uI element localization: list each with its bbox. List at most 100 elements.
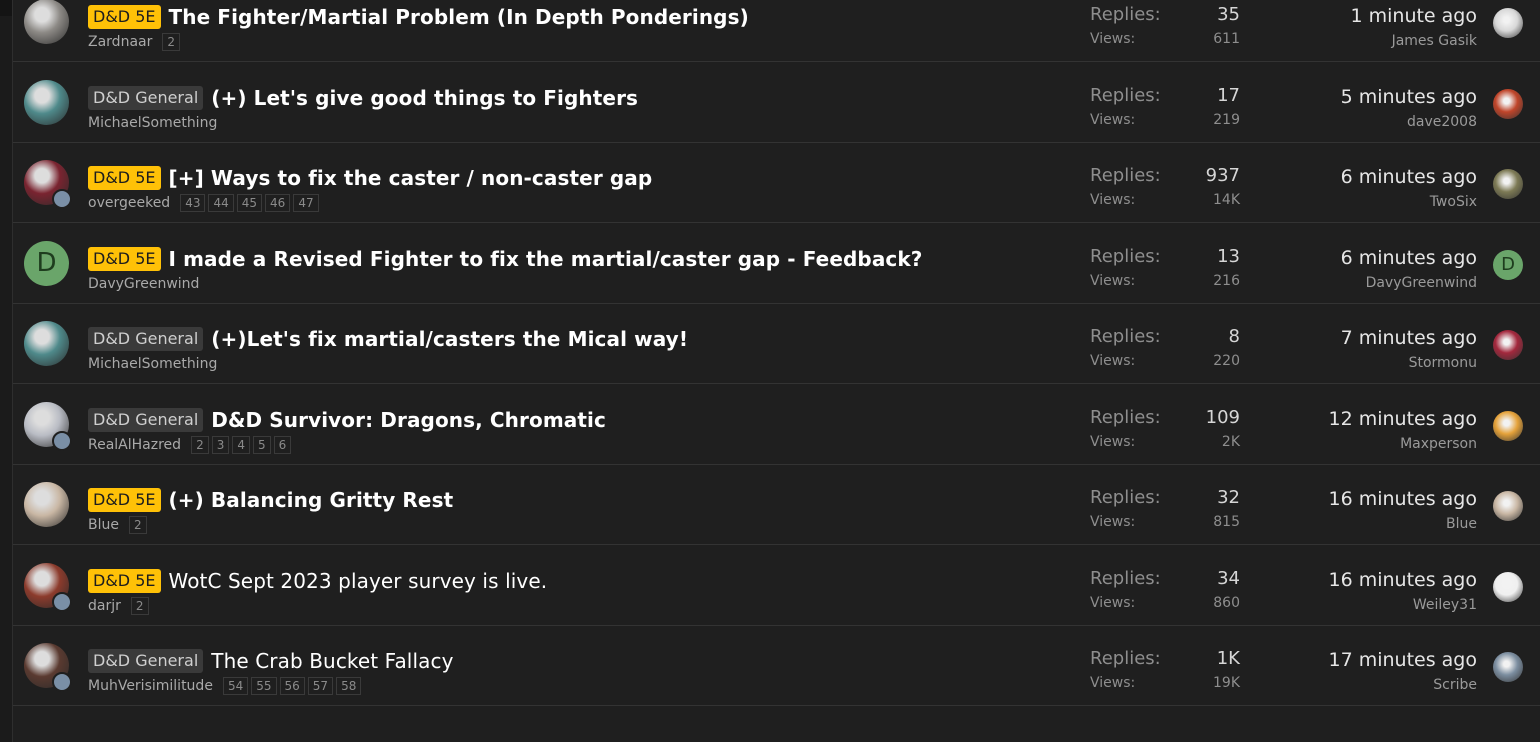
latest-poster-link[interactable]: Blue — [1329, 511, 1477, 537]
thread-row[interactable]: D&D General (+)Let's fix martial/casters … — [13, 304, 1540, 384]
page-jump-link[interactable]: 5 — [252, 435, 271, 454]
latest-post-time-link[interactable]: 16 minutes ago — [1329, 568, 1478, 592]
thread-author-link[interactable]: MuhVerisimilitude — [88, 678, 213, 694]
thread-row[interactable]: D&D 5E (+) Balancing Gritty Rest Blue 2 Repl… — [13, 465, 1540, 545]
thread-title-link[interactable]: D&D Survivor: Dragons, Chromatic — [211, 408, 606, 432]
latest-poster-avatar[interactable] — [1493, 8, 1523, 38]
latest-post-time-link[interactable]: 16 minutes ago — [1329, 487, 1478, 511]
latest-poster-avatar[interactable] — [1493, 330, 1523, 360]
latest-post-time-link[interactable]: 5 minutes ago — [1341, 85, 1477, 109]
thread-title-link[interactable]: (+)Let's fix martial/casters the Mical w… — [211, 327, 688, 351]
replies-count: 13 — [1217, 245, 1240, 267]
thread-author-link[interactable]: Blue — [88, 517, 119, 533]
thread-title-link[interactable]: (+) Balancing Gritty Rest — [169, 488, 454, 512]
views-count: 815 — [1213, 514, 1240, 530]
latest-poster-link[interactable]: dave2008 — [1341, 109, 1477, 135]
thread-author-link[interactable]: RealAlHazred — [88, 437, 181, 453]
views-count: 19K — [1213, 675, 1240, 691]
latest-poster-avatar[interactable] — [1493, 491, 1523, 521]
thread-prefix-label[interactable]: D&D General — [88, 407, 204, 432]
thread-author-link[interactable]: MichaelSomething — [88, 115, 217, 131]
thread-prefix-label[interactable]: D&D General — [88, 327, 204, 351]
thread-prefix-label[interactable]: D&D General — [88, 85, 204, 110]
page-jump-link[interactable]: 57 — [307, 677, 334, 695]
thread-author-link[interactable]: DavyGreenwind — [88, 276, 199, 292]
latest-poster-avatar[interactable]: D — [1493, 249, 1523, 280]
page-jump-link[interactable]: 4 — [232, 435, 250, 454]
latest-poster-avatar[interactable] — [1493, 652, 1523, 682]
latest-poster-link[interactable]: Weiley31 — [1329, 592, 1477, 618]
thread-author-link[interactable]: Zardnaar — [88, 34, 152, 50]
page-jump-link[interactable]: 2 — [191, 435, 209, 454]
thread-title-line: D&D 5E [+] Ways to fix the caster / non-c… — [88, 164, 652, 192]
latest-poster-avatar[interactable] — [1493, 571, 1523, 602]
author-avatar[interactable] — [24, 79, 69, 125]
page-jump-link[interactable]: 2 — [128, 516, 147, 534]
thread-title-link[interactable]: The Crab Bucket Fallacy — [211, 649, 453, 673]
author-avatar[interactable]: D — [24, 240, 69, 286]
latest-post-time-link[interactable]: 12 minutes ago — [1329, 407, 1478, 431]
latest-post-time-link[interactable]: 7 minutes ago — [1341, 326, 1477, 350]
thread-author-link[interactable]: MichaelSomething — [88, 356, 217, 372]
latest-post-time-link[interactable]: 17 minutes ago — [1329, 648, 1478, 672]
thread-meta: MichaelSomething — [88, 113, 227, 133]
thread-stats: Replies: 34 Views: 860 — [1090, 568, 1240, 616]
thread-row[interactable]: D&D 5E [+] Ways to fix the caster / non-c… — [13, 143, 1540, 223]
thread-prefix-label[interactable]: D&D 5E — [88, 568, 161, 593]
views-label: Views: — [1090, 111, 1136, 128]
thread-title-link[interactable]: WotC Sept 2023 player survey is live. — [169, 569, 548, 593]
page-jump-link[interactable]: 43 — [180, 194, 206, 212]
replies-count: 17 — [1217, 84, 1240, 106]
thread-row[interactable]: D&D 5E The Fighter/Martial Problem (In De… — [13, 0, 1540, 62]
latest-post-time-link[interactable]: 6 minutes ago — [1341, 165, 1477, 189]
thread-author-link[interactable]: overgeeked — [88, 195, 170, 211]
latest-poster-link[interactable]: Stormonu — [1341, 350, 1477, 376]
page-jump-link[interactable]: 44 — [208, 194, 234, 212]
author-avatar[interactable] — [24, 321, 69, 366]
page-jump-link[interactable]: 54 — [222, 677, 249, 695]
thread-prefix-label[interactable]: D&D 5E — [88, 166, 161, 190]
thread-title-link[interactable]: The Fighter/Martial Problem (In Depth Po… — [169, 5, 749, 29]
thread-row[interactable]: D&D General D&D Survivor: Dragons, Chroma… — [13, 385, 1540, 465]
thread-title-line: D&D 5E (+) Balancing Gritty Rest — [88, 486, 453, 514]
page-jump-link[interactable]: 3 — [211, 435, 230, 454]
thread-title-link[interactable]: [+] Ways to fix the caster / non-caster … — [169, 166, 653, 190]
author-avatar[interactable] — [24, 482, 69, 527]
page-jump-link[interactable]: 58 — [336, 677, 362, 695]
thread-stats: Replies: 109 Views: 2K — [1090, 407, 1240, 455]
page-jump-link[interactable]: 6 — [273, 435, 292, 454]
latest-poster-link[interactable]: DavyGreenwind — [1341, 270, 1477, 296]
page-jump-link[interactable]: 46 — [265, 194, 291, 212]
thread-row[interactable]: D&D 5E WotC Sept 2023 player survey is li… — [13, 546, 1540, 626]
thread-title-link[interactable]: (+) Let's give good things to Fighters — [211, 86, 638, 110]
author-avatar[interactable] — [24, 0, 69, 44]
thread-stats: Replies: 32 Views: 815 — [1090, 487, 1240, 535]
latest-post-info: 7 minutes ago Stormonu — [1341, 326, 1477, 376]
thread-author-link[interactable]: darjr — [88, 598, 121, 614]
latest-poster-avatar[interactable] — [1493, 169, 1523, 199]
thread-row[interactable]: D&D General (+) Let's give good things to… — [13, 63, 1540, 143]
thread-title-link[interactable]: I made a Revised Fighter to fix the mart… — [169, 247, 923, 271]
latest-poster-link[interactable]: Scribe — [1329, 672, 1477, 698]
page-jump-link[interactable]: 2 — [162, 33, 180, 51]
thread-row[interactable]: D D&D 5E I made a Revised Fighter to fix t… — [13, 224, 1540, 304]
latest-post-info: 5 minutes ago dave2008 — [1341, 85, 1477, 135]
latest-poster-link[interactable]: TwoSix — [1341, 189, 1477, 215]
page-jump-link[interactable]: 45 — [236, 194, 263, 212]
thread-stats: Replies: 937 Views: 14K — [1090, 165, 1240, 213]
latest-poster-link[interactable]: James Gasik — [1350, 28, 1477, 54]
latest-post-time-link[interactable]: 6 minutes ago — [1341, 246, 1477, 270]
latest-post-time-link[interactable]: 1 minute ago — [1350, 4, 1477, 28]
latest-poster-link[interactable]: Maxperson — [1329, 431, 1477, 457]
thread-prefix-label[interactable]: D&D 5E — [88, 488, 161, 512]
latest-poster-avatar[interactable] — [1493, 88, 1523, 119]
page-jump-link[interactable]: 55 — [251, 677, 277, 695]
page-jump-link[interactable]: 47 — [293, 194, 319, 212]
thread-prefix-label[interactable]: D&D 5E — [88, 5, 161, 29]
latest-poster-avatar[interactable] — [1493, 410, 1523, 441]
page-jump-link[interactable]: 2 — [130, 596, 149, 615]
thread-row[interactable]: D&D General The Crab Bucket Fallacy MuhVer… — [13, 626, 1540, 706]
thread-prefix-label[interactable]: D&D 5E — [88, 246, 161, 271]
page-jump-link[interactable]: 56 — [279, 677, 305, 695]
thread-prefix-label[interactable]: D&D General — [88, 649, 204, 673]
